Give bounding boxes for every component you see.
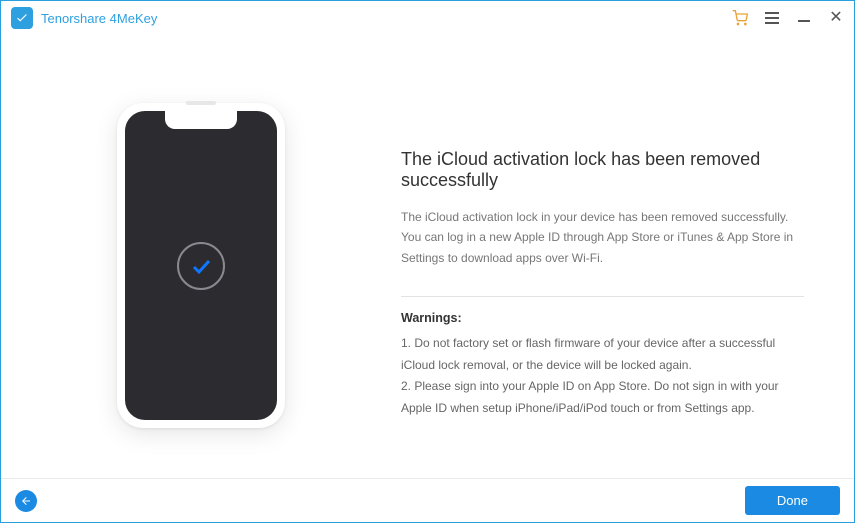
app-logo	[11, 7, 33, 29]
titlebar: Tenorshare 4MeKey ✕	[1, 1, 854, 35]
warning-item-1: 1. Do not factory set or flash firmware …	[401, 333, 804, 376]
done-button[interactable]: Done	[745, 486, 840, 515]
close-button[interactable]: ✕	[828, 10, 844, 26]
back-button[interactable]	[15, 490, 37, 512]
warnings-title: Warnings:	[401, 311, 804, 325]
success-description: The iCloud activation lock in your devic…	[401, 207, 804, 268]
phone-screen	[125, 111, 277, 420]
warning-item-2: 2. Please sign into your Apple ID on App…	[401, 376, 804, 419]
cart-icon[interactable]	[732, 10, 748, 26]
menu-icon[interactable]	[764, 10, 780, 26]
main-content: The iCloud activation lock has been remo…	[1, 35, 854, 478]
phone-illustration-column	[1, 65, 401, 458]
phone-notch	[165, 111, 237, 129]
footer: Done	[1, 478, 854, 522]
titlebar-actions: ✕	[732, 10, 844, 26]
phone-mockup	[117, 103, 285, 428]
success-heading: The iCloud activation lock has been remo…	[401, 149, 804, 191]
minimize-button[interactable]	[796, 10, 812, 26]
success-check-icon	[177, 242, 225, 290]
app-title: Tenorshare 4MeKey	[41, 11, 157, 26]
divider	[401, 296, 804, 297]
message-column: The iCloud activation lock has been remo…	[401, 65, 854, 458]
